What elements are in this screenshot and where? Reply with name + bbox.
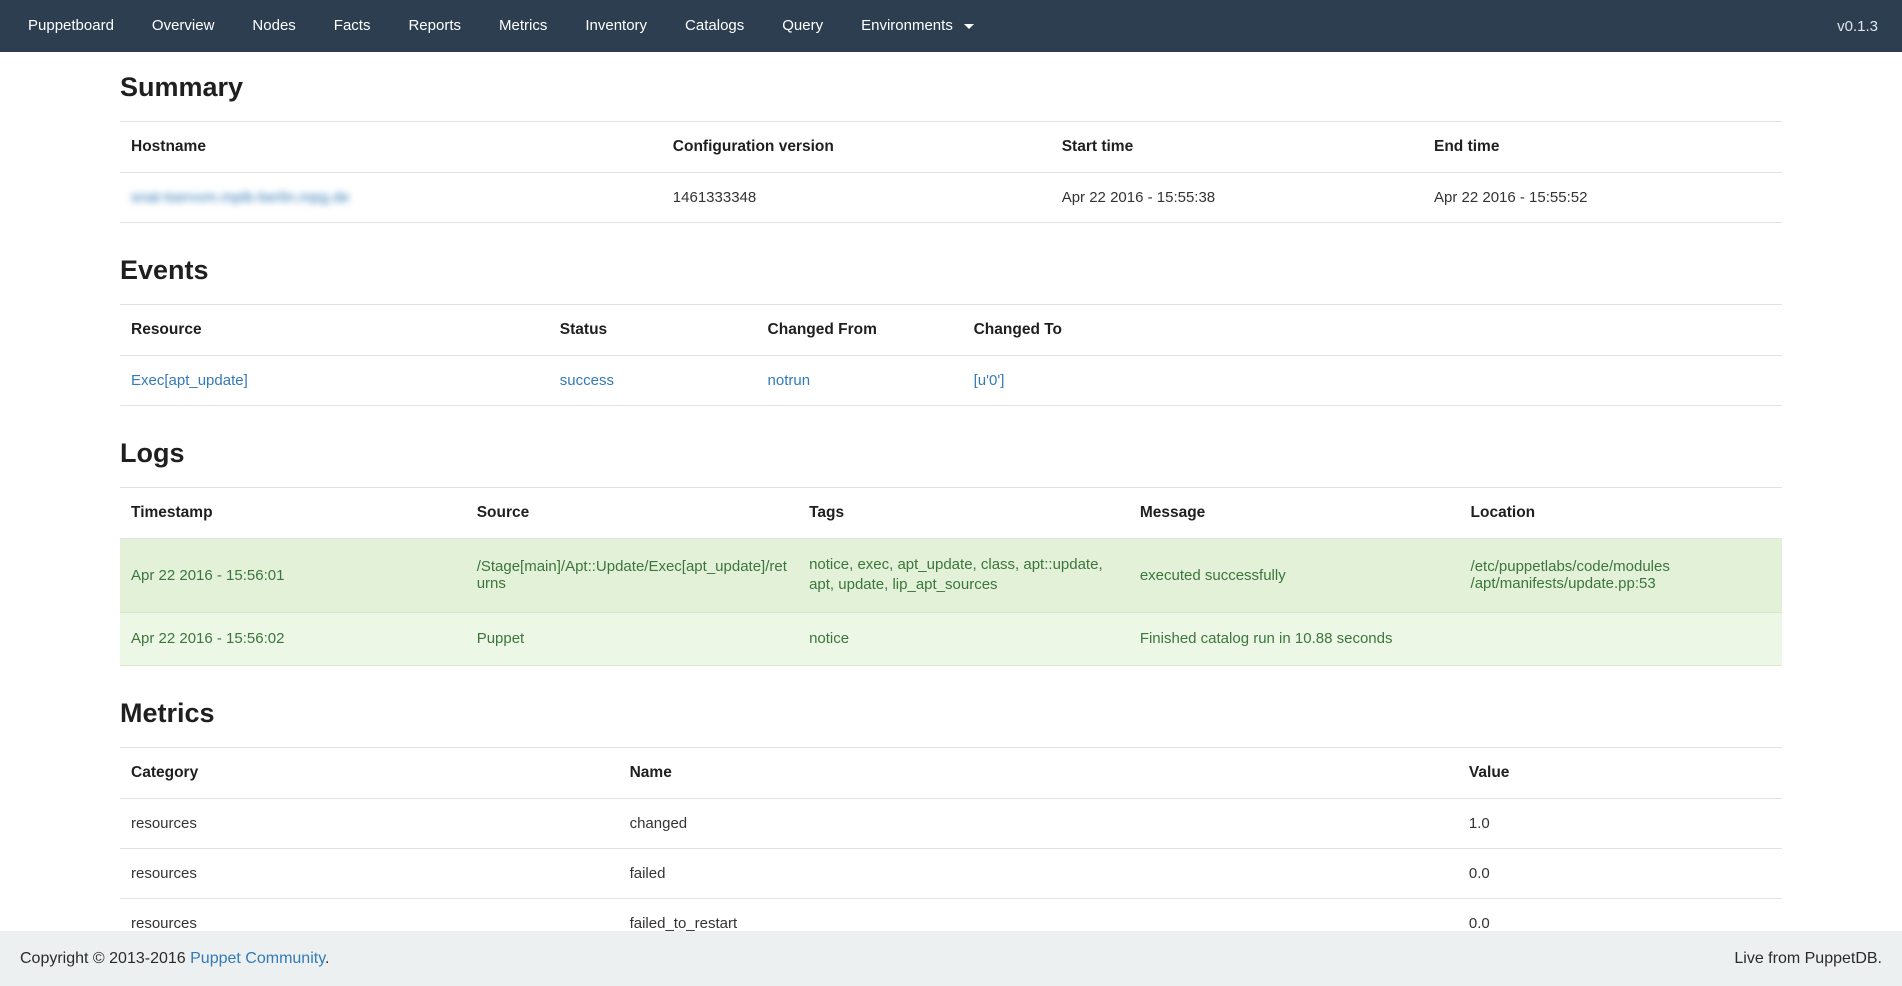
nav-overview[interactable]: Overview [133, 0, 234, 52]
events-title: Events [120, 255, 1782, 286]
summary-col-end-time: End time [1423, 122, 1782, 173]
copyright-period: . [325, 950, 329, 967]
summary-col-start-time: Start time [1051, 122, 1423, 173]
metric-category-cell: resources [120, 848, 619, 898]
footer-copyright: Copyright © 2013-2016 Puppet Community. [20, 950, 329, 968]
metrics-col-value: Value [1458, 747, 1782, 798]
event-resource-link[interactable]: Exec[apt_update] [131, 372, 248, 389]
logs-col-timestamp: Timestamp [120, 488, 466, 539]
config-version-cell: 1461333348 [662, 173, 1051, 223]
log-timestamp-cell: Apr 22 2016 - 15:56:02 [120, 612, 466, 665]
brand-link[interactable]: Puppetboard [0, 0, 133, 52]
navbar-right: v0.1.3 [1837, 0, 1902, 52]
nav-environments-label: Environments [861, 17, 953, 34]
events-table: Resource Status Changed From Changed To … [120, 304, 1782, 406]
log-tags-cell: notice [798, 612, 1129, 665]
nav-query[interactable]: Query [763, 0, 842, 52]
events-col-changed-from: Changed From [757, 305, 963, 356]
summary-col-config-version: Configuration version [662, 122, 1051, 173]
log-location-cell [1460, 612, 1782, 665]
event-resource-cell: Exec[apt_update] [120, 356, 549, 406]
main-content: Summary Hostname Configuration version S… [120, 72, 1782, 986]
metrics-header-row: Category Name Value [120, 747, 1782, 798]
logs-title: Logs [120, 438, 1782, 469]
hostname-link[interactable]: snat-tservvm.mpib-berlin.mpg.de [131, 189, 349, 206]
event-status-cell: success [549, 356, 757, 406]
live-from-puppetdb-text: Live from PuppetDB. [1734, 950, 1882, 968]
copyright-text: Copyright © 2013-2016 [20, 950, 186, 967]
footer: Copyright © 2013-2016 Puppet Community. … [0, 931, 1902, 986]
nav-catalogs[interactable]: Catalogs [666, 0, 763, 52]
summary-table: Hostname Configuration version Start tim… [120, 121, 1782, 223]
events-col-resource: Resource [120, 305, 549, 356]
summary-title: Summary [120, 72, 1782, 103]
logs-col-tags: Tags [798, 488, 1129, 539]
metric-value-cell: 0.0 [1458, 848, 1782, 898]
version-label: v0.1.3 [1837, 18, 1878, 35]
summary-col-hostname: Hostname [120, 122, 662, 173]
event-changed-from-cell: notrun [757, 356, 963, 406]
log-message-cell: executed successfully [1129, 539, 1460, 613]
caret-down-icon [964, 24, 974, 29]
summary-header-row: Hostname Configuration version Start tim… [120, 122, 1782, 173]
metric-category-cell: resources [120, 798, 619, 848]
event-changed-to-link[interactable]: [u'0'] [974, 372, 1005, 389]
logs-col-location: Location [1460, 488, 1782, 539]
summary-row: snat-tservvm.mpib-berlin.mpg.de 14613333… [120, 173, 1782, 223]
nav-environments-dropdown[interactable]: Environments [842, 0, 993, 52]
metrics-col-category: Category [120, 747, 619, 798]
end-time-cell: Apr 22 2016 - 15:55:52 [1423, 173, 1782, 223]
metric-row: resources changed 1.0 [120, 798, 1782, 848]
log-row: Apr 22 2016 - 15:56:01 /Stage[main]/Apt:… [120, 539, 1782, 613]
metric-row: resources failed 0.0 [120, 848, 1782, 898]
start-time-cell: Apr 22 2016 - 15:55:38 [1051, 173, 1423, 223]
log-tags-cell: notice, exec, apt_update, class, apt::up… [798, 539, 1129, 613]
navbar-left: Puppetboard Overview Nodes Facts Reports… [0, 0, 993, 52]
nav-nodes[interactable]: Nodes [233, 0, 314, 52]
event-row: Exec[apt_update] success notrun [u'0'] [120, 356, 1782, 406]
events-header-row: Resource Status Changed From Changed To [120, 305, 1782, 356]
logs-header-row: Timestamp Source Tags Message Location [120, 488, 1782, 539]
metric-value-cell: 1.0 [1458, 798, 1782, 848]
metrics-table: Category Name Value resources changed 1.… [120, 747, 1782, 949]
events-col-changed-to: Changed To [963, 305, 1782, 356]
logs-table: Timestamp Source Tags Message Location A… [120, 487, 1782, 666]
nav-inventory[interactable]: Inventory [566, 0, 666, 52]
log-source-cell: /Stage[main]/Apt::Update/Exec[apt_update… [466, 539, 798, 613]
log-timestamp-cell: Apr 22 2016 - 15:56:01 [120, 539, 466, 613]
page: Puppetboard Overview Nodes Facts Reports… [0, 0, 1902, 986]
metric-name-cell: changed [619, 798, 1458, 848]
metric-name-cell: failed [619, 848, 1458, 898]
puppet-community-link[interactable]: Puppet Community [190, 950, 325, 967]
event-changed-from-link[interactable]: notrun [768, 372, 811, 389]
log-source-cell: Puppet [466, 612, 798, 665]
nav-facts[interactable]: Facts [315, 0, 390, 52]
navbar: Puppetboard Overview Nodes Facts Reports… [0, 0, 1902, 52]
log-message-cell: Finished catalog run in 10.88 seconds [1129, 612, 1460, 665]
event-status-link[interactable]: success [560, 372, 614, 389]
log-location-cell: /etc/puppetlabs/code/modules /apt/manife… [1460, 539, 1782, 613]
nav-metrics[interactable]: Metrics [480, 0, 566, 52]
nav-reports[interactable]: Reports [389, 0, 480, 52]
metrics-title: Metrics [120, 698, 1782, 729]
hostname-cell: snat-tservvm.mpib-berlin.mpg.de [120, 173, 662, 223]
logs-col-source: Source [466, 488, 798, 539]
events-col-status: Status [549, 305, 757, 356]
metrics-col-name: Name [619, 747, 1458, 798]
log-row: Apr 22 2016 - 15:56:02 Puppet notice Fin… [120, 612, 1782, 665]
event-changed-to-cell: [u'0'] [963, 356, 1782, 406]
logs-col-message: Message [1129, 488, 1460, 539]
